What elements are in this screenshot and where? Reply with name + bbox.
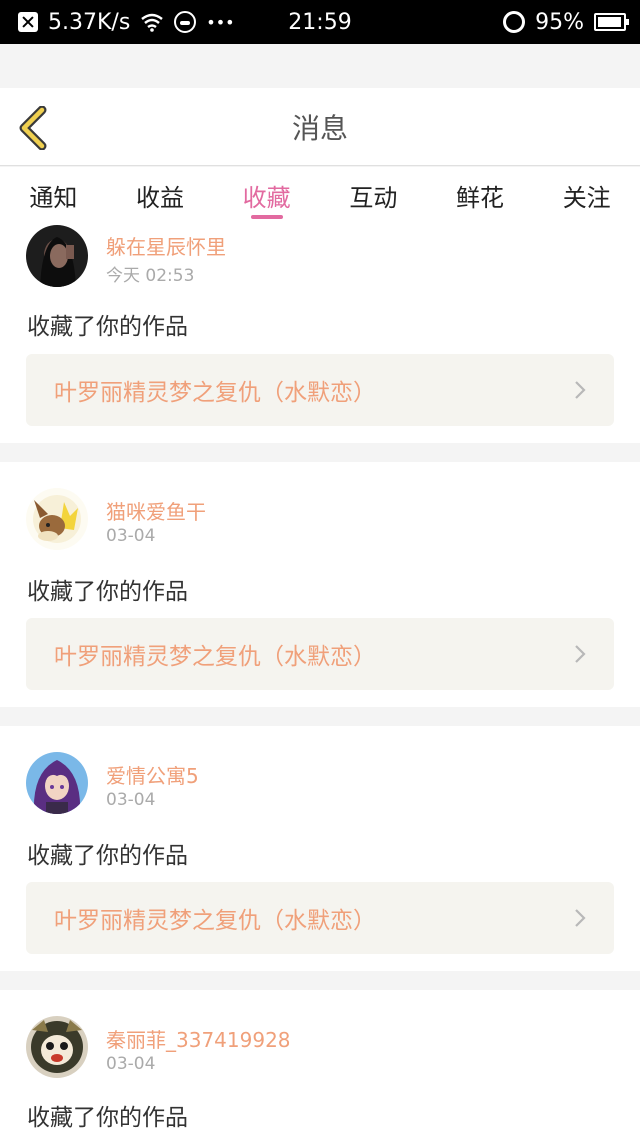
- timestamp: 今天 02:53: [106, 266, 195, 286]
- timestamp: 03-04: [106, 790, 156, 810]
- work-link[interactable]: 叶罗丽精灵梦之复仇（水默恋）: [26, 618, 614, 690]
- username[interactable]: 猫咪爱鱼干: [106, 496, 206, 525]
- username[interactable]: 爱情公寓5: [106, 760, 199, 789]
- status-bar: 5.37K/s ••• 21:59 95%: [0, 0, 640, 44]
- tab-notifications[interactable]: 通知: [0, 167, 107, 223]
- chevron-right-icon: [575, 645, 586, 663]
- work-title: 叶罗丽精灵梦之复仇（水默恋）: [54, 908, 376, 934]
- alarm-icon: [503, 11, 526, 33]
- message-card: 爱情公寓5 03-04 收藏了你的作品 叶罗丽精灵梦之复仇（水默恋）: [0, 726, 640, 971]
- timestamp: 03-04: [106, 526, 156, 546]
- page-title: 消息: [291, 112, 348, 145]
- battery-icon: [594, 13, 629, 31]
- avatar[interactable]: [26, 225, 88, 287]
- tab-favorites[interactable]: 收藏: [213, 167, 320, 223]
- tab-follows[interactable]: 关注: [533, 167, 640, 223]
- message-card: 猫咪爱鱼干 03-04 收藏了你的作品 叶罗丽精灵梦之复仇（水默恋）: [0, 462, 640, 707]
- chevron-right-icon: [575, 909, 586, 927]
- chevron-right-icon: [575, 381, 586, 399]
- username[interactable]: 躲在星辰怀里: [106, 231, 226, 260]
- action-text: 收藏了你的作品: [27, 579, 188, 605]
- action-text: 收藏了你的作品: [27, 314, 188, 340]
- avatar[interactable]: [26, 1016, 88, 1078]
- tab-interactions[interactable]: 互动: [320, 167, 427, 223]
- battery-percent: 95%: [535, 9, 584, 35]
- tab-earnings[interactable]: 收益: [107, 167, 214, 223]
- work-link[interactable]: 叶罗丽精灵梦之复仇（水默恋）: [26, 354, 614, 426]
- tab-bar: 通知 收益 收藏 互动 鲜花 关注: [0, 167, 640, 223]
- top-spacer: [0, 44, 640, 88]
- navbar: 消息: [0, 88, 640, 166]
- message-card: 秦丽菲_337419928 03-04 收藏了你的作品: [0, 990, 640, 1138]
- tab-flowers[interactable]: 鲜花: [427, 167, 534, 223]
- avatar[interactable]: [26, 752, 88, 814]
- username[interactable]: 秦丽菲_337419928: [106, 1024, 291, 1053]
- work-title: 叶罗丽精灵梦之复仇（水默恋）: [54, 380, 376, 406]
- work-link[interactable]: 叶罗丽精灵梦之复仇（水默恋）: [26, 882, 614, 954]
- work-title: 叶罗丽精灵梦之复仇（水默恋）: [54, 644, 376, 670]
- action-text: 收藏了你的作品: [27, 843, 188, 869]
- message-card: 躲在星辰怀里 今天 02:53 收藏了你的作品 叶罗丽精灵梦之复仇（水默恋）: [0, 223, 640, 443]
- timestamp: 03-04: [106, 1054, 156, 1074]
- avatar[interactable]: [26, 488, 88, 550]
- clock: 21:59: [288, 9, 352, 35]
- action-text: 收藏了你的作品: [27, 1105, 188, 1131]
